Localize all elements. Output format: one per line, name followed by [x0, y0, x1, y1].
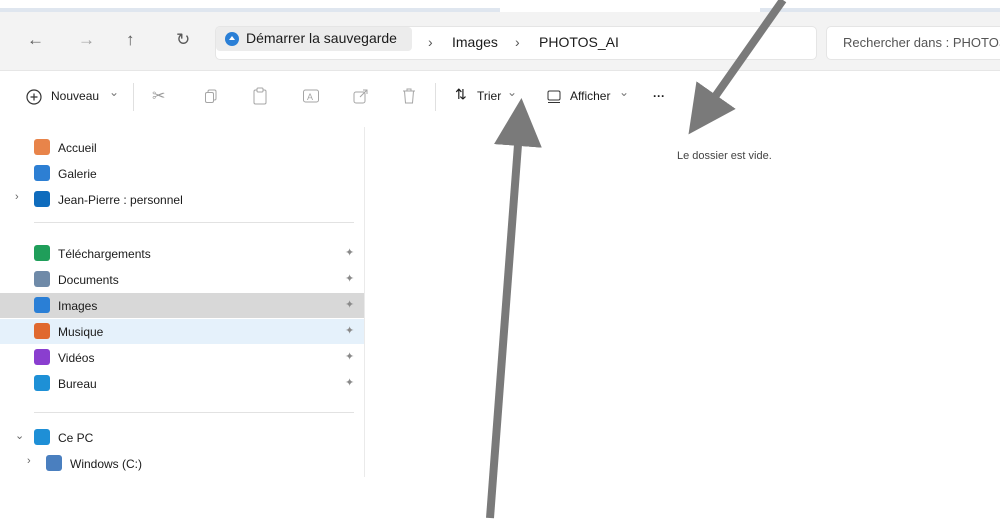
pin-icon[interactable]: ✦: [345, 298, 354, 311]
more-options-button[interactable]: ···: [653, 89, 665, 103]
up-icon[interactable]: ↑: [126, 30, 135, 50]
chevron-right-icon[interactable]: ›: [15, 191, 19, 203]
rename-icon[interactable]: A: [302, 87, 320, 105]
breadcrumb-root-label: Démarrer la sauvegarde: [246, 30, 397, 46]
drive-icon: [46, 455, 62, 471]
view-button[interactable]: Afficher: [570, 89, 610, 103]
sort-icon: ⇅: [455, 86, 467, 102]
home-icon: [34, 139, 50, 155]
sidebar-item-label: Jean-Pierre : personnel: [58, 193, 183, 207]
sidebar-item-label: Documents: [58, 273, 119, 287]
sidebar-item-label: Accueil: [58, 141, 97, 155]
search-input[interactable]: Rechercher dans : PHOTOS_AI: [826, 26, 1000, 60]
chevron-down-icon[interactable]: ⌄: [15, 429, 24, 442]
pin-icon[interactable]: ✦: [345, 376, 354, 389]
breadcrumb-root[interactable]: Démarrer la sauvegarde: [216, 27, 412, 51]
sidebar-item-label: Bureau: [58, 377, 97, 391]
sidebar-item-label: Ce PC: [58, 431, 94, 445]
sidebar-item-accueil[interactable]: Accueil: [0, 135, 364, 160]
tab-strip: [0, 0, 1000, 12]
address-bar-row: ← → ↑ ↻ Démarrer la sauvegarde › Images …: [0, 12, 1000, 71]
view-icon: [547, 90, 561, 103]
pin-icon[interactable]: ✦: [345, 350, 354, 363]
search-placeholder: Rechercher dans : PHOTOS_AI: [843, 35, 1000, 50]
breadcrumb[interactable]: Démarrer la sauvegarde › Images › PHOTOS…: [215, 26, 817, 60]
sidebar-item-documents[interactable]: Documents ✦: [0, 267, 364, 292]
command-bar: Nouveau ⌄ ✂ A ⇅ Trier ⌄ Afficher ⌄ ···: [0, 71, 1000, 126]
sidebar-item-label: Images: [58, 299, 98, 313]
sidebar-item-galerie[interactable]: Galerie: [0, 161, 364, 186]
pin-icon[interactable]: ✦: [345, 324, 354, 337]
pin-icon[interactable]: ✦: [345, 246, 354, 259]
cut-icon[interactable]: ✂: [152, 86, 165, 106]
download-icon: [34, 245, 50, 261]
breadcrumb-item-images[interactable]: Images: [452, 34, 498, 50]
toolbar-divider: [133, 83, 134, 111]
navigation-pane: Accueil Galerie › Jean-Pierre : personnel Té…: [0, 127, 365, 477]
sidebar-item-label: Galerie: [58, 167, 97, 181]
sidebar-item-label: Windows (C:): [70, 457, 143, 471]
toolbar-divider: [435, 83, 436, 111]
sidebar-item-t-l-chargements[interactable]: Téléchargements ✦: [0, 241, 364, 266]
sidebar-item-bureau[interactable]: Bureau ✦: [0, 371, 364, 396]
sidebar-item-label: Vidéos: [58, 351, 95, 365]
add-icon: [26, 89, 42, 105]
music-icon: [34, 323, 50, 339]
chevron-right-icon[interactable]: ›: [27, 455, 31, 467]
sort-button[interactable]: Trier: [477, 89, 501, 103]
images-icon: [34, 297, 50, 313]
sidebar-item-musique[interactable]: Musique ✦: [0, 319, 364, 344]
breadcrumb-item-current[interactable]: PHOTOS_AI: [539, 34, 619, 50]
sidebar-item-images[interactable]: Images ✦: [0, 293, 364, 318]
sidebar-item-label: Téléchargements: [58, 247, 151, 261]
chevron-down-icon[interactable]: ⌄: [619, 85, 629, 99]
forward-icon[interactable]: →: [78, 30, 95, 50]
svg-text:A: A: [307, 92, 313, 102]
new-button[interactable]: Nouveau: [51, 89, 99, 103]
refresh-icon[interactable]: ↻: [176, 30, 190, 50]
empty-folder-message: Le dossier est vide.: [677, 150, 772, 162]
share-icon[interactable]: [352, 87, 370, 105]
chevron-right-icon[interactable]: ›: [515, 34, 520, 50]
gallery-icon: [34, 165, 50, 181]
chevron-down-icon[interactable]: ⌄: [507, 85, 517, 99]
sidebar-item-jean-pierre-personnel[interactable]: › Jean-Pierre : personnel: [0, 187, 364, 212]
sidebar-item-vid-os[interactable]: Vidéos ✦: [0, 345, 364, 370]
chevron-down-icon[interactable]: ⌄: [109, 85, 119, 99]
sidebar-item-windows-c[interactable]: › Windows (C:): [0, 451, 364, 476]
backup-icon: [225, 32, 239, 46]
videos-icon: [34, 349, 50, 365]
copy-icon[interactable]: [203, 88, 219, 104]
pin-icon[interactable]: ✦: [345, 272, 354, 285]
cloud-icon: [34, 191, 50, 207]
sidebar-divider: [34, 222, 354, 223]
sidebar-divider: [34, 412, 354, 413]
documents-icon: [34, 271, 50, 287]
paste-icon[interactable]: [252, 87, 268, 105]
annotation-arrow: [486, 98, 542, 519]
sidebar-item-label: Musique: [58, 325, 104, 339]
back-icon[interactable]: ←: [27, 30, 44, 50]
sidebar-item-ce-pc[interactable]: ⌄ Ce PC: [0, 425, 364, 450]
delete-icon[interactable]: [401, 87, 417, 105]
chevron-right-icon[interactable]: ›: [428, 34, 433, 50]
desktop-icon: [34, 375, 50, 391]
pc-icon: [34, 429, 50, 445]
